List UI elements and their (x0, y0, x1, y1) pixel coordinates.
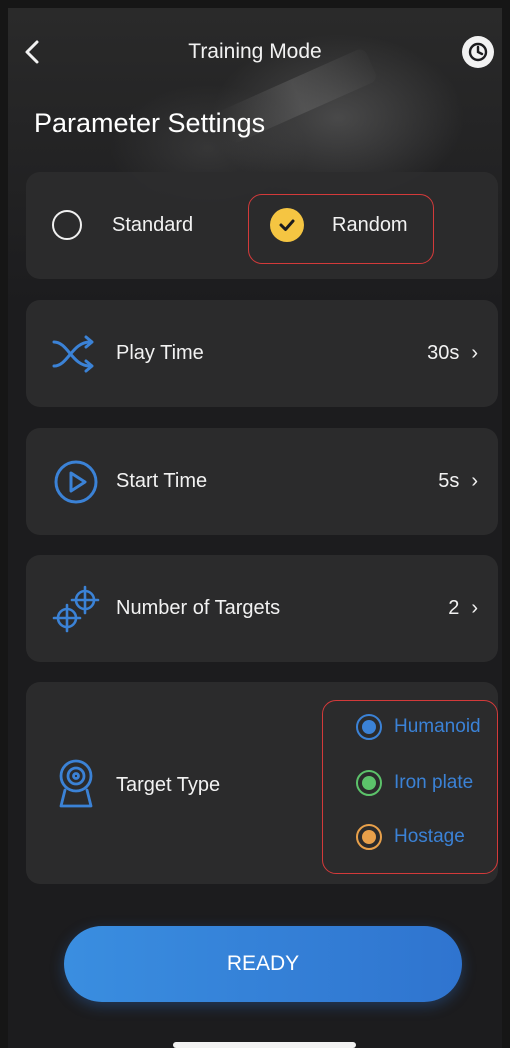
history-clock-icon[interactable] (462, 36, 494, 68)
mode-option-random[interactable]: Random (270, 208, 408, 242)
top-bar: Training Mode (8, 30, 502, 74)
target-option-hostage[interactable]: Hostage (356, 824, 465, 850)
crosshair-icon (48, 581, 104, 637)
setting-label: Start Time (116, 470, 208, 492)
setting-row-number-of-targets[interactable]: Number of Targets 2 › (26, 555, 498, 662)
target-stand-icon (48, 755, 104, 811)
radio-dot-icon (356, 770, 382, 796)
setting-value: 2 › (448, 597, 478, 620)
home-indicator (173, 1042, 356, 1048)
setting-value-text: 5s (438, 470, 460, 492)
setting-label: Play Time (116, 342, 204, 364)
radio-unchecked-icon (52, 210, 82, 240)
chevron-right-icon: › (471, 470, 478, 492)
setting-value: 30s › (427, 342, 478, 365)
play-circle-icon (48, 454, 104, 510)
target-option-label: Humanoid (394, 716, 481, 737)
mode-option-standard[interactable]: Standard (52, 210, 193, 240)
setting-label: Number of Targets (116, 597, 281, 619)
section-title: Parameter Settings (34, 108, 266, 138)
mode-label-standard: Standard (112, 213, 194, 236)
setting-row-start-time[interactable]: Start Time 5s › (26, 428, 498, 535)
setting-value: 5s › (438, 470, 478, 493)
radio-dot-icon (356, 714, 382, 740)
target-option-label: Hostage (394, 826, 465, 847)
app-screen: Training Mode Parameter Settings Standar… (8, 8, 502, 1048)
target-option-iron-plate[interactable]: Iron plate (356, 770, 473, 796)
mode-label-random: Random (332, 213, 408, 236)
ready-button[interactable]: READY (64, 926, 462, 1002)
chevron-right-icon: › (471, 342, 478, 364)
target-option-humanoid[interactable]: Humanoid (356, 714, 481, 740)
target-type-card: Target Type Humanoid Iron plate Hostage (26, 682, 498, 884)
target-option-label: Iron plate (394, 772, 474, 793)
chevron-right-icon: › (471, 597, 478, 619)
shuffle-icon (48, 326, 104, 382)
mode-selection-card: Standard Random (26, 172, 498, 279)
target-type-label: Target Type (116, 774, 221, 796)
page-title: Training Mode (188, 40, 322, 63)
setting-row-play-time[interactable]: Play Time 30s › (26, 300, 498, 407)
setting-value-text: 2 (448, 597, 460, 619)
setting-value-text: 30s (427, 342, 460, 364)
radio-checked-icon (270, 208, 304, 242)
radio-dot-icon (356, 824, 382, 850)
